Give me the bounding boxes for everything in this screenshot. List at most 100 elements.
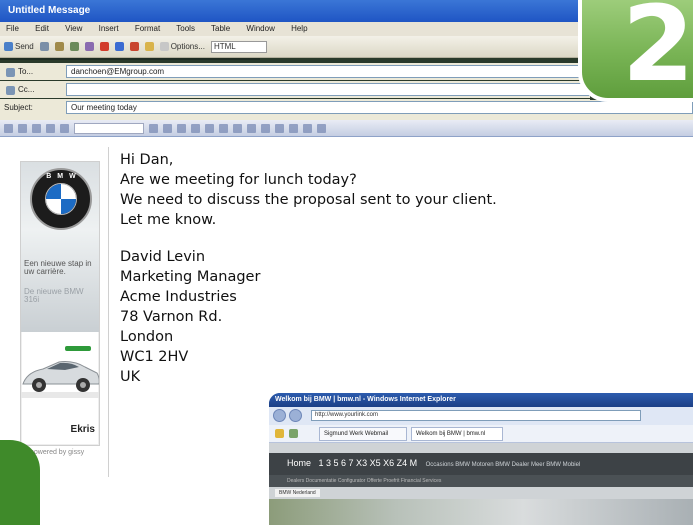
- menu-file[interactable]: File: [6, 24, 19, 33]
- subject-field[interactable]: Our meeting today: [66, 101, 693, 114]
- browser-window: Welkom bij BMW | bmw.nl - Windows Intern…: [266, 390, 693, 525]
- banner-tagline: Een nieuwe stap in uw carrière.: [24, 259, 92, 276]
- menu-view[interactable]: View: [65, 24, 82, 33]
- send-button[interactable]: Send: [4, 42, 34, 51]
- address-book-icon: [6, 68, 15, 77]
- format-select[interactable]: HTML: [210, 40, 267, 53]
- importance-low-icon[interactable]: [114, 42, 124, 51]
- subject-label: Subject:: [4, 103, 33, 112]
- bmw-roundel: [45, 183, 77, 215]
- signature-city: London: [120, 329, 174, 345]
- copy-icon[interactable]: [60, 123, 69, 133]
- signature-postcode: WC1 2HV: [120, 349, 189, 365]
- send-label: Send: [15, 42, 34, 51]
- font-color-icon[interactable]: [163, 123, 172, 133]
- browser-tabs: Sigmund Werk Webmail Welkom bij BMW | bm…: [269, 425, 693, 443]
- car-image-icon: [21, 346, 99, 398]
- nav-models[interactable]: 1 3 5 6 7 X3 X5 X6 Z4 M: [319, 458, 418, 468]
- signature-street: 78 Varnon Rd.: [120, 309, 223, 325]
- save-icon[interactable]: [4, 123, 13, 133]
- bmw-logo-icon: BMW: [30, 168, 92, 230]
- browser-address-bar: http://www.yourlink.com: [269, 407, 693, 425]
- options-button[interactable]: Options...: [159, 42, 205, 51]
- signature-title: Marketing Manager: [120, 269, 261, 285]
- highlight-icon[interactable]: [317, 123, 326, 133]
- spell-icon[interactable]: [32, 123, 41, 133]
- dealer-name: Ekris: [70, 424, 95, 435]
- align-left-icon[interactable]: [219, 123, 228, 133]
- options-icon[interactable]: [144, 42, 154, 51]
- account-icon[interactable]: [39, 42, 49, 51]
- outdent-icon[interactable]: [289, 123, 298, 133]
- address-book-icon[interactable]: [69, 42, 79, 51]
- print-icon[interactable]: [18, 123, 27, 133]
- favorites-star-icon[interactable]: [275, 429, 284, 438]
- options-doc-icon: [159, 42, 169, 51]
- line-greeting: Hi Dan,: [120, 152, 174, 168]
- powered-by-text: powered by gissy: [30, 449, 85, 456]
- importance-high-icon[interactable]: [99, 42, 109, 51]
- window-title: Untitled Message: [0, 0, 620, 22]
- bmw-banner-ad[interactable]: BMW Een nieuwe stap in uw carrière. De n…: [20, 161, 100, 446]
- bmw-logo-letters: BMW: [46, 173, 82, 180]
- font-size-icon[interactable]: [149, 123, 158, 133]
- menu-bar: File Edit View Insert Format Tools Table…: [0, 22, 620, 36]
- step-number-badge: 2: [578, 0, 693, 102]
- browser-content: Home 1 3 5 6 7 X3 X5 X6 Z4 M Occasions B…: [269, 443, 693, 525]
- address-input[interactable]: http://www.yourlink.com: [311, 410, 641, 421]
- underline-icon[interactable]: [205, 123, 214, 133]
- address-book-icon: [6, 86, 15, 95]
- to-label: To...: [18, 67, 34, 76]
- back-icon[interactable]: [273, 409, 286, 422]
- line-closing: Let me know.: [120, 212, 217, 228]
- signature-country: UK: [120, 369, 141, 385]
- formatting-toolbar: [0, 120, 693, 137]
- line-question: Are we meeting for lunch today?: [120, 172, 357, 188]
- banner-model: De nieuwe BMW 316i: [24, 287, 84, 304]
- step-number: 2: [622, 0, 693, 105]
- line-proposal: We need to discuss the proposal sent to …: [120, 192, 497, 208]
- tab-webmail[interactable]: Sigmund Werk Webmail: [319, 427, 407, 441]
- forward-icon[interactable]: [289, 409, 302, 422]
- signature-name: David Levin: [120, 249, 206, 265]
- menu-edit[interactable]: Edit: [35, 24, 49, 33]
- subject-row: Subject: Our meeting today: [0, 99, 693, 120]
- nav-home[interactable]: Home: [287, 458, 311, 468]
- add-favorites-icon[interactable]: [289, 429, 298, 438]
- flag-icon[interactable]: [129, 42, 139, 51]
- bmw-subnav[interactable]: Dealers Documentatie Configurator Offert…: [269, 475, 693, 487]
- background-green-shape: [0, 440, 40, 525]
- standard-toolbar: Send Options... HTML: [0, 36, 620, 58]
- nav-extra[interactable]: Occasions BMW Motoren BMW Dealer Meer BM…: [426, 462, 581, 468]
- menu-table[interactable]: Table: [211, 24, 230, 33]
- italic-icon[interactable]: [191, 123, 200, 133]
- cut-icon[interactable]: [46, 123, 55, 133]
- divider: [108, 147, 109, 477]
- signature-company: Acme Industries: [120, 289, 237, 305]
- tab-bmw[interactable]: Welkom bij BMW | bmw.nl: [411, 427, 503, 441]
- menu-window[interactable]: Window: [246, 24, 274, 33]
- menu-help[interactable]: Help: [291, 24, 307, 33]
- options-label: Options...: [170, 42, 205, 51]
- menu-tools[interactable]: Tools: [176, 24, 195, 33]
- bullets-icon[interactable]: [275, 123, 284, 133]
- check-names-icon[interactable]: [84, 42, 94, 51]
- bmw-site-nav: Home 1 3 5 6 7 X3 X5 X6 Z4 M Occasions B…: [269, 453, 693, 475]
- menu-format[interactable]: Format: [135, 24, 160, 33]
- message-text: Hi Dan, Are we meeting for lunch today? …: [120, 150, 497, 387]
- indent-icon[interactable]: [303, 123, 312, 133]
- send-icon: [4, 42, 13, 51]
- style-select[interactable]: [74, 122, 144, 134]
- breadcrumb[interactable]: BMW Nederland: [275, 489, 320, 497]
- to-button[interactable]: To...: [4, 66, 60, 78]
- cc-label: Cc...: [18, 85, 35, 94]
- cc-button[interactable]: Cc...: [4, 84, 60, 96]
- bold-icon[interactable]: [177, 123, 186, 133]
- numbering-icon[interactable]: [261, 123, 270, 133]
- hero-image: [269, 499, 693, 525]
- align-right-icon[interactable]: [247, 123, 256, 133]
- browser-title: Welkom bij BMW | bmw.nl - Windows Intern…: [269, 393, 693, 407]
- align-center-icon[interactable]: [233, 123, 242, 133]
- menu-insert[interactable]: Insert: [99, 24, 119, 33]
- attach-icon[interactable]: [54, 42, 64, 51]
